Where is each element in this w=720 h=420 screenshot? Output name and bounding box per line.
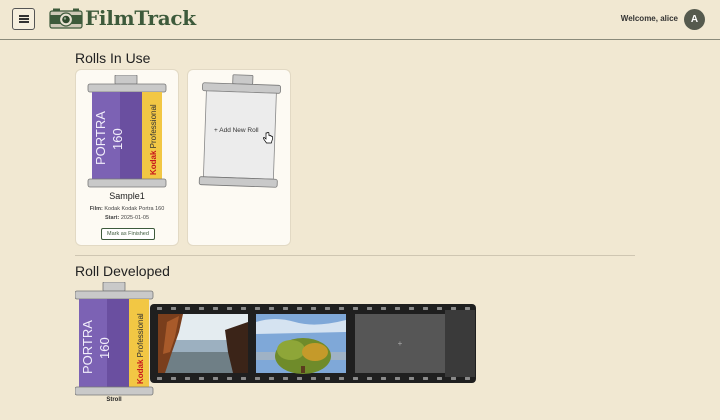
canister-brand: PORTRA [93,111,108,165]
canister-iso: 160 [110,128,125,150]
roll-developed-title: Roll Developed [75,263,170,279]
film-label: Film: [89,206,103,212]
start-value: 2025-01-05 [120,215,150,221]
film-value: Kodak Kodak Portra 160 [104,206,165,212]
hamburger-menu-icon [18,15,29,23]
add-photo-label: + [397,339,403,348]
developed-canister-brand: PORTRA [80,320,95,374]
mark-finished-button[interactable]: Mark as Finished [101,228,155,240]
app-header: FilmTrack Welcome, alice A [0,0,720,40]
roll-card[interactable]: PORTRA 160 Kodak Professional Sample1 Fi… [75,69,179,246]
add-roll-card[interactable]: + Add New Roll [187,69,291,246]
photo-frame-1 [158,314,248,373]
add-new-roll-label: + Add New Roll [214,127,259,134]
app-logo[interactable]: FilmTrack [49,6,196,30]
photo-frame-2 [256,314,346,374]
roll-start-info: Start: 2025-01-05 [76,215,178,221]
user-avatar[interactable]: A [684,9,705,30]
welcome-text: Welcome, alice [620,14,678,23]
developed-roll-name: Stroll [106,397,122,403]
app-title: FilmTrack [85,6,196,30]
film-canister-icon: PORTRA 160 Kodak Professional [87,75,167,188]
camera-icon [49,8,83,29]
hand-pointer-icon [263,132,273,144]
roll-film-info: Film: Kodak Kodak Portra 160 [76,206,178,212]
menu-button[interactable] [12,8,35,30]
roll-name: Sample1 [109,191,145,201]
developed-canister-iso: 160 [97,337,112,359]
canister-side-text: Kodak Professional [149,104,158,175]
add-photo-frame[interactable]: + [355,314,445,373]
developed-canister-side-text: Kodak Professional [136,313,145,384]
rolls-in-use-title: Rolls In Use [75,50,151,66]
developed-canister-icon: PORTRA 160 Kodak Professional [75,282,154,396]
avatar-initial: A [690,14,699,25]
start-label: Start: [104,215,120,221]
section-divider [75,255,635,256]
